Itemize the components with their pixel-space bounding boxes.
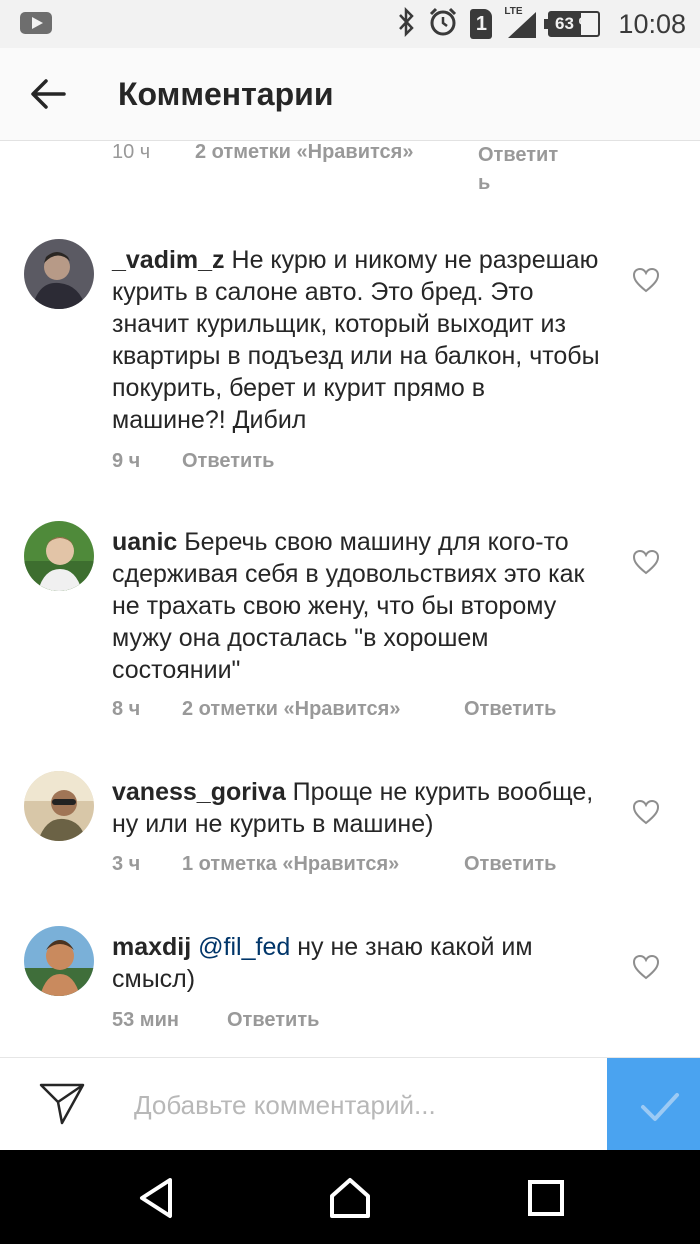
checkmark-icon [641,1093,679,1121]
avatar[interactable] [24,239,94,309]
reply-button[interactable]: Ответить [478,141,558,197]
comment-time: 8 ч [112,698,141,720]
comment-time: 10 ч [112,141,151,163]
direct-send-icon[interactable] [38,1082,86,1126]
sim-icon: 1 [470,9,493,39]
heart-icon[interactable] [632,549,660,575]
arrow-left-icon[interactable] [28,76,68,112]
comment-text: uanic Беречь свою машину для кого-то сде… [112,528,585,684]
battery-icon: 63 % [544,11,601,37]
signal-icon: LTE [504,6,537,40]
heart-icon[interactable] [632,954,660,980]
reply-button[interactable]: Ответить [464,853,556,876]
comment-input[interactable] [132,1080,596,1130]
avatar[interactable] [24,771,94,841]
status-bar: 1 LTE 63 % 10:08 [0,0,700,48]
status-icons: 1 LTE 63 % 10:08 [396,6,686,42]
likes-count[interactable]: 2 отметки «Нравится» [182,698,400,721]
app-bar: Комментарии [0,48,700,141]
comment-username[interactable]: uanic [112,528,177,556]
alarm-icon [428,7,458,41]
recents-icon[interactable] [522,1174,570,1222]
back-triangle-icon[interactable] [132,1174,180,1222]
avatar[interactable] [24,926,94,996]
system-nav-bar [0,1150,700,1244]
avatar[interactable] [24,521,94,591]
reply-button[interactable]: Ответить [182,450,274,473]
reply-button[interactable]: Ответить [227,1009,319,1032]
comment-text: maxdij @fil_fed ну не знаю какой им смыс… [112,933,533,993]
youtube-icon [20,12,52,34]
comment-composer [0,1057,700,1151]
comment-time: 3 ч [112,853,141,875]
comment-text: vaness_goriva Проще не курить вообще, ну… [112,778,594,838]
reply-button[interactable]: Ответить [464,698,556,721]
status-time: 10:08 [618,8,686,39]
mention-link[interactable]: @fil_fed [198,933,290,961]
heart-icon[interactable] [632,267,660,293]
likes-count[interactable]: 2 отметки «Нравится» [195,141,413,164]
comment-text: _vadim_z Не курю и никому не разрешаю ку… [112,246,600,434]
comment-username[interactable]: vaness_goriva [112,778,286,806]
comment-meta: 10 ч [112,141,150,164]
page-title: Комментарии [118,76,334,112]
comment-username[interactable]: _vadim_z [112,246,225,274]
home-icon[interactable] [326,1174,374,1222]
comments-list[interactable]: 10 ч 2 отметки «Нравится» Ответит ь _vadi… [0,141,700,1056]
comment-time: 9 ч [112,450,141,472]
post-comment-button[interactable] [607,1058,700,1151]
likes-count[interactable]: 1 отметка «Нравится» [182,853,399,876]
bluetooth-icon [396,6,416,41]
comment-time: 53 мин [112,1009,179,1031]
heart-icon[interactable] [632,799,660,825]
comment-username[interactable]: maxdij [112,933,191,961]
